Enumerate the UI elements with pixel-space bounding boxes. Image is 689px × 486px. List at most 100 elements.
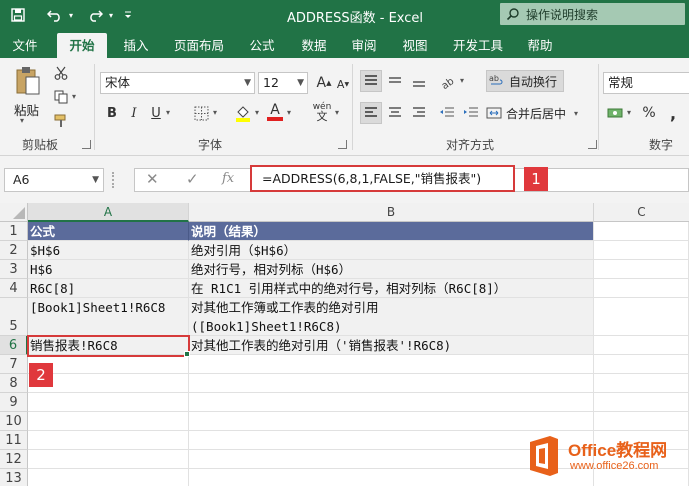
- format-painter-icon[interactable]: [52, 112, 70, 130]
- fill-color-icon[interactable]: [232, 102, 254, 124]
- tab-formulas[interactable]: 公式: [240, 33, 284, 58]
- phonetic-button[interactable]: wén 文: [310, 100, 334, 124]
- row-header[interactable]: 12: [0, 450, 28, 469]
- save-icon[interactable]: [8, 4, 28, 26]
- paste-dropdown-icon[interactable]: ▾: [20, 116, 24, 125]
- top-align-button[interactable]: [360, 70, 382, 92]
- tab-help[interactable]: 帮助: [518, 33, 562, 58]
- formula-text[interactable]: =ADDRESS(6,8,1,FALSE,"销售报表"): [250, 165, 515, 192]
- cell-b6[interactable]: 对其他工作表的绝对引用（'销售报表'!R6C8): [189, 336, 594, 355]
- undo-icon[interactable]: [44, 4, 66, 26]
- tab-view[interactable]: 视图: [393, 33, 437, 58]
- paste-icon[interactable]: [12, 64, 44, 98]
- cell-c4[interactable]: [594, 279, 689, 298]
- row-header[interactable]: 5: [0, 298, 28, 336]
- cell-b7[interactable]: [189, 355, 594, 374]
- merge-center-button[interactable]: 合并后居中 ▾: [486, 102, 586, 124]
- row-header[interactable]: 7: [0, 355, 28, 374]
- cell-c5[interactable]: [594, 298, 689, 336]
- column-header-b[interactable]: B: [189, 203, 594, 222]
- alignment-launcher-icon[interactable]: [588, 140, 597, 149]
- cell-c6[interactable]: [594, 336, 689, 355]
- shrink-font-icon[interactable]: A ▼: [334, 74, 352, 94]
- comma-button[interactable]: ,: [664, 102, 682, 124]
- cell-b10[interactable]: [189, 412, 594, 431]
- redo-dropdown-icon[interactable]: ▾: [106, 4, 116, 26]
- copy-dropdown-icon[interactable]: ▾: [72, 92, 76, 101]
- row-header[interactable]: 11: [0, 431, 28, 450]
- cell-a11[interactable]: [28, 431, 189, 450]
- increase-indent-icon[interactable]: [460, 102, 482, 124]
- name-box[interactable]: A6 ▼: [4, 168, 104, 192]
- font-color-dropdown-icon[interactable]: ▾: [287, 108, 291, 117]
- cell-c8[interactable]: [594, 374, 689, 393]
- tab-insert[interactable]: 插入: [114, 33, 158, 58]
- enter-icon[interactable]: ✓: [186, 170, 199, 188]
- clipboard-launcher-icon[interactable]: [82, 140, 91, 149]
- cell-c7[interactable]: [594, 355, 689, 374]
- font-size-dropdown[interactable]: 12 ▼: [258, 72, 308, 94]
- phonetic-dropdown-icon[interactable]: ▾: [335, 108, 339, 117]
- redo-icon[interactable]: [84, 4, 106, 26]
- orientation-dropdown-icon[interactable]: ▾: [460, 76, 464, 85]
- cell-a4[interactable]: R6C[8]: [28, 279, 189, 298]
- column-header-a[interactable]: A: [28, 203, 189, 222]
- row-header[interactable]: 13: [0, 469, 28, 486]
- italic-button[interactable]: I: [124, 102, 144, 124]
- bottom-align-icon[interactable]: [408, 70, 430, 92]
- column-header-c[interactable]: C: [594, 203, 689, 222]
- align-right-icon[interactable]: [408, 102, 430, 124]
- cell-b3[interactable]: 绝对行号，相对列标（H$6）: [189, 260, 594, 279]
- currency-icon[interactable]: [604, 102, 626, 124]
- row-header[interactable]: 2: [0, 241, 28, 260]
- align-center-icon[interactable]: [384, 102, 406, 124]
- number-format-dropdown[interactable]: 常规: [603, 72, 689, 94]
- row-header[interactable]: 4: [0, 279, 28, 298]
- cell-a1[interactable]: 公式: [28, 222, 189, 241]
- row-header[interactable]: 1: [0, 222, 28, 241]
- cell-b4[interactable]: 在 R1C1 引用样式中的绝对行号，相对列标（R6C[8]）: [189, 279, 594, 298]
- cell-a3[interactable]: H$6: [28, 260, 189, 279]
- copy-icon[interactable]: [52, 88, 70, 106]
- grow-font-icon[interactable]: A ▲: [314, 72, 334, 94]
- decrease-indent-icon[interactable]: [436, 102, 458, 124]
- font-name-dropdown[interactable]: 宋体 ▼: [100, 72, 255, 94]
- cut-icon[interactable]: [52, 64, 70, 82]
- cell-a5[interactable]: [Book1]Sheet1!R6C8: [28, 298, 189, 336]
- customize-qat-icon[interactable]: [122, 4, 134, 26]
- cell-a13[interactable]: [28, 469, 189, 486]
- cell-c2[interactable]: [594, 241, 689, 260]
- tab-page-layout[interactable]: 页面布局: [168, 33, 230, 58]
- cell-b2[interactable]: 绝对引用（$H$6）: [189, 241, 594, 260]
- insert-function-icon[interactable]: fx: [222, 171, 234, 186]
- currency-dropdown-icon[interactable]: ▾: [627, 108, 631, 117]
- row-header[interactable]: 6: [0, 336, 28, 355]
- tab-file[interactable]: 文件: [5, 33, 45, 58]
- orientation-icon[interactable]: ab: [436, 70, 460, 92]
- borders-dropdown-icon[interactable]: ▾: [213, 108, 217, 117]
- cell-c10[interactable]: [594, 412, 689, 431]
- borders-icon[interactable]: [190, 102, 212, 124]
- cell-b8[interactable]: [189, 374, 594, 393]
- cell-a10[interactable]: [28, 412, 189, 431]
- cancel-icon[interactable]: ✕: [146, 170, 159, 188]
- wrap-text-button[interactable]: ab 自动换行: [486, 70, 564, 92]
- bold-button[interactable]: B: [102, 102, 122, 124]
- row-header[interactable]: 10: [0, 412, 28, 431]
- percent-button[interactable]: %: [640, 102, 658, 124]
- tab-review[interactable]: 审阅: [342, 33, 386, 58]
- align-left-button[interactable]: [360, 102, 382, 124]
- tab-home[interactable]: 开始: [57, 33, 107, 58]
- cell-a9[interactable]: [28, 393, 189, 412]
- row-header[interactable]: 8: [0, 374, 28, 393]
- cell-b9[interactable]: [189, 393, 594, 412]
- cell-a2[interactable]: $H$6: [28, 241, 189, 260]
- cell-b1[interactable]: 说明（结果）: [189, 222, 594, 241]
- tab-developer[interactable]: 开发工具: [447, 33, 509, 58]
- cell-b5[interactable]: 对其他工作簿或工作表的绝对引用 ([Book1]Sheet1!R6C8): [189, 298, 594, 336]
- underline-button[interactable]: U: [146, 102, 166, 124]
- cell-a12[interactable]: [28, 450, 189, 469]
- splitter-handle[interactable]: [112, 172, 115, 188]
- undo-dropdown-icon[interactable]: ▾: [66, 4, 76, 26]
- fill-handle[interactable]: [184, 351, 190, 357]
